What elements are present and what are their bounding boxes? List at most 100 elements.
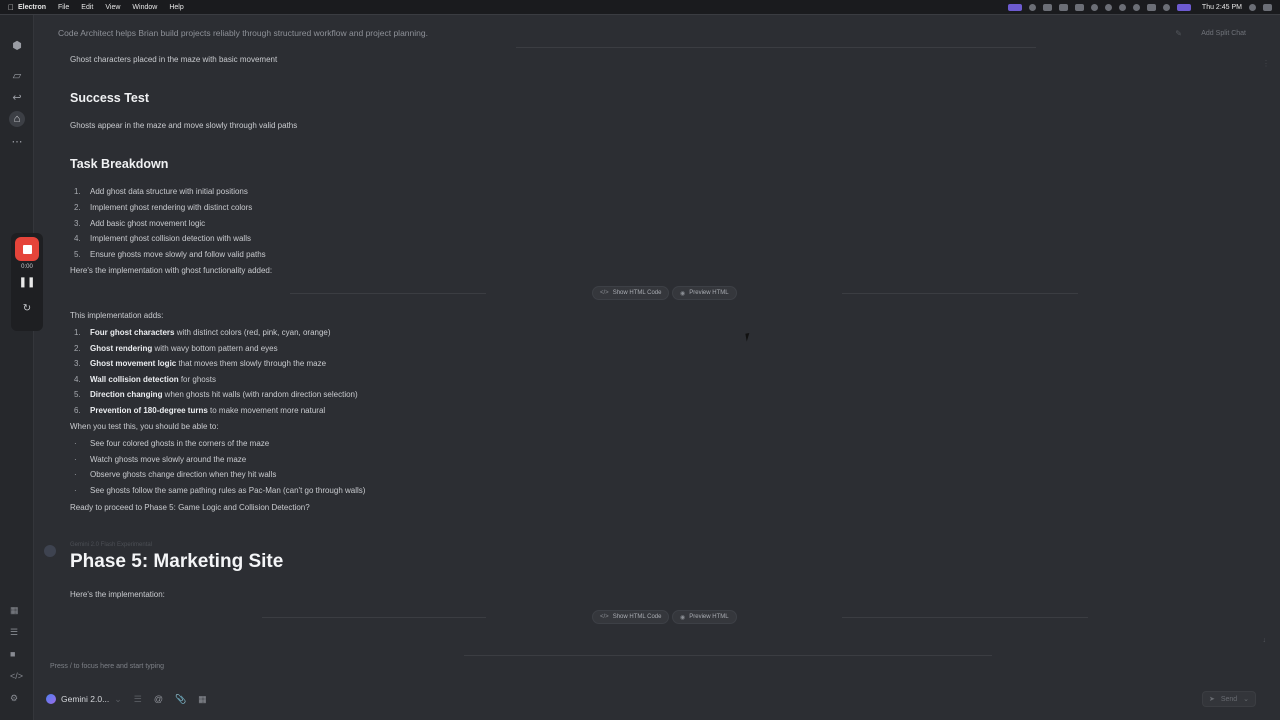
- success-test-heading: Success Test: [70, 91, 149, 105]
- chevron-down-icon: ⌄: [114, 693, 122, 704]
- list-item: 6. Prevention of 180-degree turns to make…: [74, 406, 326, 415]
- phase-title: Phase 5: Marketing Site: [70, 551, 284, 572]
- list-item: 3. Ghost movement logic that moves them s…: [74, 359, 327, 368]
- eye-icon: ◉: [680, 614, 686, 621]
- tray-icon[interactable]: [1263, 3, 1272, 11]
- divider: [516, 47, 1036, 48]
- preview-html-button[interactable]: ◉ Preview HTML: [672, 286, 737, 300]
- stop-icon: [22, 244, 32, 254]
- ready-prompt: Ready to proceed to Phase 5: Game Logic …: [70, 503, 310, 512]
- mention-icon[interactable]: @: [154, 694, 163, 704]
- list-item: · Observe ghosts change direction when th…: [74, 470, 277, 479]
- edit-icon[interactable]: ✎: [1175, 29, 1182, 38]
- divider: [464, 655, 992, 656]
- model-selector[interactable]: Gemini 2.0... ⌄: [46, 694, 122, 705]
- battery-icon[interactable]: [1074, 3, 1084, 11]
- apps-icon[interactable]: ▦: [10, 605, 19, 616]
- divider: [290, 293, 486, 294]
- implementation-intro: Here's the implementation with ghost fun…: [70, 266, 273, 275]
- list-item: 1. Add ghost data structure with initial …: [74, 187, 248, 196]
- list-item: 1. Four ghost characters with distinct co…: [74, 328, 331, 337]
- show-html-code-button[interactable]: </> Show HTML Code: [592, 610, 670, 624]
- library-icon[interactable]: ☰: [10, 627, 18, 638]
- list-item: · See ghosts follow the same pathing rule…: [74, 486, 366, 495]
- preview-html-button[interactable]: ◉ Preview HTML: [672, 610, 737, 624]
- chat-header: Code Architect helps Brian build project…: [34, 15, 1280, 51]
- attach-icon[interactable]: 📎: [175, 694, 186, 705]
- intro-line: Ghost characters placed in the maze with…: [70, 55, 278, 64]
- tray-icon[interactable]: [1042, 3, 1052, 11]
- stop-recording-button[interactable]: [15, 237, 39, 261]
- restart-icon[interactable]: ↻: [11, 303, 43, 314]
- recording-timer: 0:00: [21, 264, 33, 270]
- send-button[interactable]: ➤ Send ⌄: [1202, 691, 1256, 707]
- building-icon[interactable]: ■: [10, 649, 15, 659]
- system-menubar:  Electron File Edit View Window Help Th…: [0, 0, 1280, 14]
- list-item: 2. Ghost rendering with wavy bottom patte…: [74, 344, 278, 353]
- composer-toolbar: Gemini 2.0... ⌄ ☰ @ 📎 ▦: [46, 689, 207, 709]
- tray-app-icon[interactable]: [1007, 3, 1022, 11]
- menu-view[interactable]: View: [105, 4, 120, 11]
- adds-intro: This implementation adds:: [70, 311, 164, 320]
- menu-help[interactable]: Help: [169, 4, 183, 11]
- list-item: 4. Wall collision detection for ghosts: [74, 375, 216, 384]
- app-logo-icon[interactable]: ⬢: [9, 37, 25, 53]
- gemini-icon: [46, 694, 56, 704]
- divider: [842, 293, 1078, 294]
- add-split-chat-button[interactable]: Add Split Chat: [1201, 30, 1246, 37]
- tray-icon[interactable]: [1058, 3, 1068, 11]
- tray-icon[interactable]: [1118, 3, 1126, 11]
- code-icon: </>: [600, 290, 609, 296]
- eye-icon: ◉: [680, 290, 686, 297]
- cube-icon[interactable]: ▱: [9, 67, 25, 83]
- chat-title: Code Architect helps Brian build project…: [58, 28, 428, 38]
- options-icon[interactable]: ⋮: [1262, 59, 1270, 68]
- list-item: 5. Direction changing when ghosts hit wal…: [74, 390, 358, 399]
- tray-icon[interactable]: [1028, 3, 1036, 11]
- menu-file[interactable]: File: [58, 4, 69, 11]
- task-breakdown-heading: Task Breakdown: [70, 157, 169, 171]
- tray-icon[interactable]: [1104, 3, 1112, 11]
- home-icon[interactable]: ⌂: [9, 111, 25, 127]
- composer-input[interactable]: Press / to focus here and start typing: [50, 663, 164, 670]
- code-icon[interactable]: </>: [10, 671, 23, 681]
- tray-icon[interactable]: [1146, 3, 1156, 11]
- model-tag: Gemini 2.0 Flash Experimental: [70, 542, 153, 548]
- gear-icon[interactable]: ⚙: [10, 693, 18, 704]
- menubar-clock[interactable]: Thu 2:45 PM: [1202, 4, 1242, 11]
- divider: [262, 617, 486, 618]
- list-item: 4. Implement ghost collision detection wi…: [74, 234, 251, 243]
- menu-window[interactable]: Window: [132, 4, 157, 11]
- send-icon: ➤: [1208, 696, 1215, 703]
- mouse-cursor: [745, 332, 755, 342]
- list-item: 5. Ensure ghosts move slowly and follow v…: [74, 250, 266, 259]
- search-icon[interactable]: [1162, 3, 1170, 11]
- list-item: 2. Implement ghost rendering with distinc…: [74, 203, 253, 212]
- settings-sliders-icon[interactable]: ☰: [134, 694, 142, 705]
- assistant-avatar: [44, 545, 56, 557]
- list-item: · Watch ghosts move slowly around the maz…: [74, 455, 247, 464]
- status-tray: Thu 2:45 PM: [1007, 3, 1272, 11]
- scroll-down-icon[interactable]: ↓: [1263, 637, 1267, 644]
- divider: [842, 617, 1088, 618]
- menu-app-name[interactable]: Electron: [18, 4, 46, 11]
- app-window: ⬢ ▱ ↩ ⌂ ⋯ ▦ ☰ ■ </> ⚙ 0:00 ❚❚ ↻ Code Arc…: [0, 14, 1280, 720]
- menu-edit[interactable]: Edit: [81, 4, 93, 11]
- apple-icon[interactable]: : [8, 3, 18, 12]
- wifi-icon[interactable]: [1090, 3, 1098, 11]
- bluetooth-icon[interactable]: [1132, 3, 1140, 11]
- success-test-text: Ghosts appear in the maze and move slowl…: [70, 121, 298, 130]
- screen-recorder-panel: 0:00 ❚❚ ↻: [11, 233, 43, 331]
- left-sidebar: ⬢ ▱ ↩ ⌂ ⋯ ▦ ☰ ■ </> ⚙: [0, 15, 34, 720]
- test-intro: When you test this, you should be able t…: [70, 422, 219, 431]
- more-icon[interactable]: ⋯: [9, 133, 25, 149]
- code-icon: </>: [600, 614, 609, 620]
- phase-intro: Here's the implementation:: [70, 590, 165, 599]
- control-center-icon[interactable]: [1176, 3, 1191, 11]
- undo-icon[interactable]: ↩: [9, 89, 25, 105]
- list-item: · See four colored ghosts in the corners …: [74, 439, 270, 448]
- pause-icon[interactable]: ❚❚: [11, 277, 43, 288]
- moon-icon[interactable]: [1249, 3, 1256, 11]
- calendar-icon[interactable]: ▦: [198, 694, 207, 705]
- show-html-code-button[interactable]: </> Show HTML Code: [592, 286, 670, 300]
